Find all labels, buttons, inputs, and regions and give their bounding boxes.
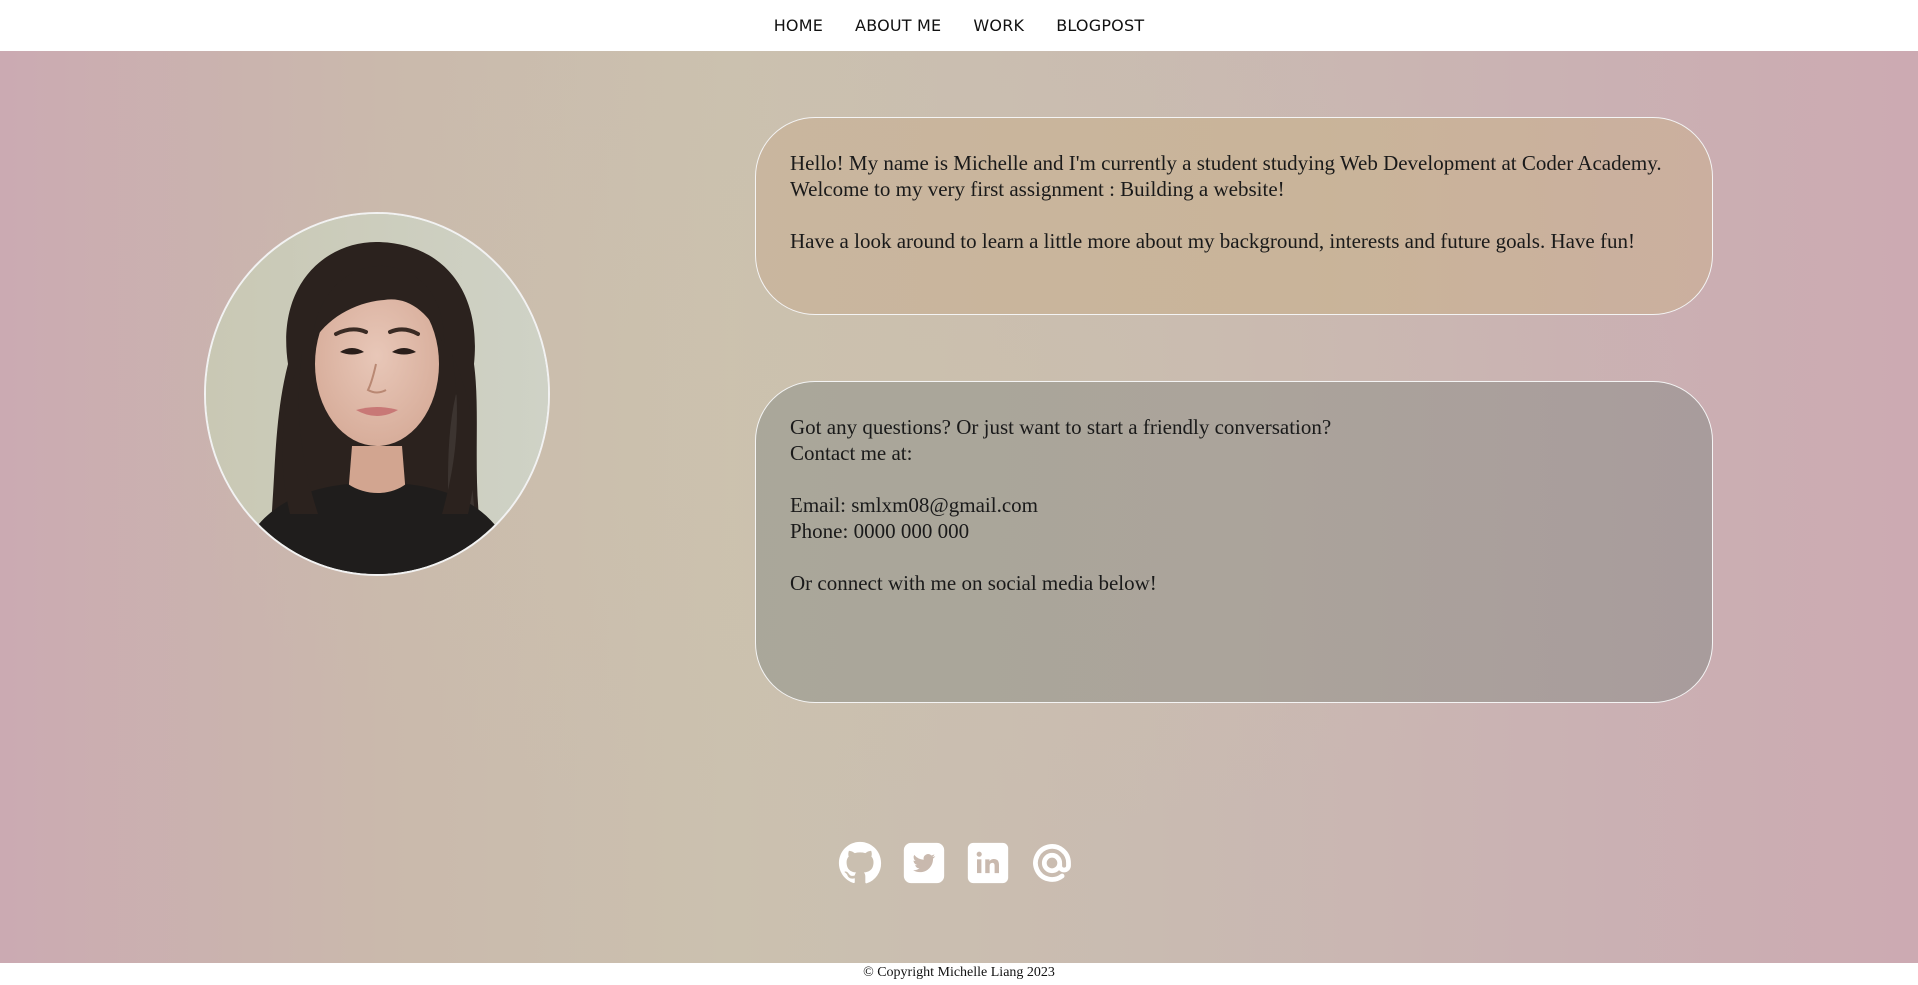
twitter-icon [903,842,945,884]
email-link[interactable] [1030,841,1074,885]
contact-heading-text: Contact me at: [790,441,913,465]
nav-about-link[interactable]: ABOUT ME [855,16,941,35]
about-card: Hello! My name is Michelle and I'm curre… [755,117,1713,315]
github-icon [838,841,882,884]
contact-email: Email: smlxm08@gmail.com [790,493,1038,517]
at-icon [1033,844,1071,882]
top-navigation: HOME ABOUT ME WORK BLOGPOST [0,0,1918,50]
github-link[interactable] [838,841,882,885]
page-footer: © Copyright Michelle Liang 2023 [0,963,1918,985]
contact-card: Got any questions? Or just want to start… [755,381,1713,703]
nav-home-link[interactable]: HOME [774,16,823,35]
about-explore-text: Have a look around to learn a little mor… [790,229,1635,253]
contact-question-text: Got any questions? Or just want to start… [790,415,1332,439]
twitter-link[interactable] [902,841,946,885]
nav-work-link[interactable]: WORK [973,16,1024,35]
social-links [838,841,1074,885]
contact-phone: Phone: 0000 000 000 [790,519,970,543]
nav-blogpost-link[interactable]: BLOGPOST [1056,16,1144,35]
linkedin-link[interactable] [966,841,1010,885]
copyright-text: © Copyright Michelle Liang 2023 [863,965,1055,980]
linkedin-icon [967,842,1009,884]
about-intro-text: Hello! My name is Michelle and I'm curre… [790,151,1662,201]
main-section: Hello! My name is Michelle and I'm curre… [0,51,1918,963]
portrait-illustration [206,214,548,574]
profile-photo [204,212,550,576]
social-prompt-text: Or connect with me on social media below… [790,571,1157,595]
